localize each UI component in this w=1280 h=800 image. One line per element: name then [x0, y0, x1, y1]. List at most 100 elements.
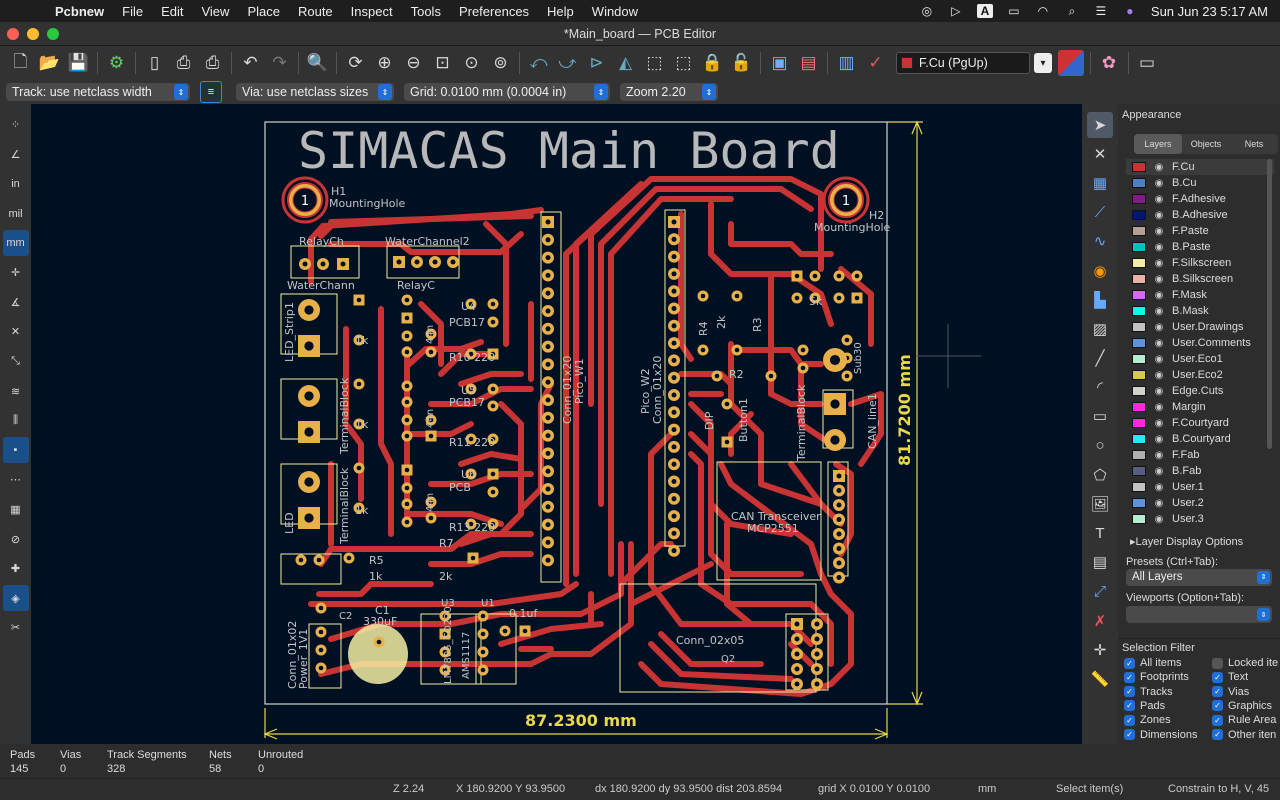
filter-pads[interactable]: ✓ Pads [1124, 700, 1165, 712]
high-contrast-icon[interactable]: ▦ [3, 497, 29, 523]
layer-color-swatch[interactable] [1132, 370, 1146, 380]
print-icon[interactable]: ⎙ [171, 50, 197, 76]
menu-preferences[interactable]: Preferences [450, 4, 538, 19]
layer-row[interactable]: ◉ Edge.Cuts [1126, 383, 1274, 399]
eye-icon[interactable]: ◉ [1150, 386, 1168, 397]
layer-color-swatch[interactable] [1132, 498, 1146, 508]
layer-color-swatch[interactable] [1132, 450, 1146, 460]
layer-color-swatch[interactable] [1132, 290, 1146, 300]
zone-fill-icon[interactable]: ≋ [3, 378, 29, 404]
track-width-select[interactable]: Track: use netclass width ⇕ [6, 83, 190, 101]
layer-row[interactable]: ◉ F.Adhesive [1126, 191, 1274, 207]
mirror-v-icon[interactable]: ◭ [613, 50, 639, 76]
checkbox-icon[interactable]: ✓ [1212, 671, 1223, 683]
layer-row[interactable]: ◉ User.Eco1 [1126, 351, 1274, 367]
menu-file[interactable]: File [113, 4, 152, 19]
add-image-icon[interactable]: 🖼 [1087, 491, 1113, 517]
viewports-select[interactable]: ⇕ [1126, 606, 1272, 623]
zoom-selection-icon[interactable]: ⊚ [488, 50, 514, 76]
lock-icon[interactable]: 🔒 [700, 50, 726, 76]
filter-locked-ite[interactable]: Locked ite [1212, 657, 1278, 669]
layer-list-scrollbar[interactable] [1267, 159, 1272, 449]
pad-outline-icon[interactable]: ⫼ [3, 408, 29, 434]
layer-color-swatch[interactable] [1132, 178, 1146, 188]
layer-row[interactable]: ◉ F.Paste [1126, 223, 1274, 239]
eye-icon[interactable]: ◉ [1150, 242, 1168, 253]
undo-icon[interactable]: ↶ [238, 50, 264, 76]
menu-tools[interactable]: Tools [402, 4, 450, 19]
layer-pair-icon[interactable] [1058, 50, 1084, 76]
group-icon[interactable]: ⬚ [642, 50, 668, 76]
delete-tool-icon[interactable]: ✗ [1087, 608, 1113, 634]
layer-row[interactable]: ◉ B.Adhesive [1126, 207, 1274, 223]
eye-icon[interactable]: ◉ [1150, 258, 1168, 269]
add-zone-icon[interactable]: ▙ [1087, 287, 1113, 313]
eye-icon[interactable]: ◉ [1150, 274, 1168, 285]
checkbox-icon[interactable]: ✓ [1124, 714, 1135, 726]
draw-circle-icon[interactable]: ○ [1087, 433, 1113, 459]
add-text-icon[interactable]: T [1087, 520, 1113, 546]
layer-row[interactable]: ◉ Margin [1126, 399, 1274, 415]
layer-color-swatch[interactable] [1132, 306, 1146, 316]
layer-dropdown-icon[interactable]: ▾ [1034, 53, 1052, 73]
polar-coords-icon[interactable]: ∠ [3, 141, 29, 167]
checkbox-icon[interactable] [1212, 657, 1223, 669]
units-mil-button[interactable]: mil [3, 201, 29, 227]
plot-icon[interactable]: ⎙ [200, 50, 226, 76]
filter-vias[interactable]: ✓ Vias [1212, 686, 1249, 698]
tab-objects[interactable]: Objects [1182, 134, 1230, 154]
layer-row[interactable]: ◉ User.1 [1126, 479, 1274, 495]
measure-icon[interactable]: 📏 [1087, 666, 1113, 692]
eye-icon[interactable]: ◉ [1150, 354, 1168, 365]
units-inch-button[interactable]: in [3, 171, 29, 197]
play-icon[interactable]: ▷ [948, 4, 964, 18]
track-outline-icon[interactable]: ⋯ [3, 467, 29, 493]
eye-icon[interactable]: ◉ [1150, 514, 1168, 525]
checkbox-icon[interactable]: ✓ [1124, 657, 1135, 669]
menu-app[interactable]: Pcbnew [46, 4, 113, 19]
filter-dimensions[interactable]: ✓ Dimensions [1124, 729, 1197, 741]
scripting-icon[interactable]: ✿ [1096, 50, 1122, 76]
redo-icon[interactable]: ↷ [267, 50, 293, 76]
tune-length-icon[interactable]: ∿ [1087, 228, 1113, 254]
layer-row[interactable]: ◉ B.Cu [1126, 175, 1274, 191]
filter-graphics[interactable]: ✓ Graphics [1212, 700, 1272, 712]
eye-icon[interactable]: ◉ [1150, 226, 1168, 237]
unlock-icon[interactable]: 🔓 [729, 50, 755, 76]
layer-row[interactable]: ◉ F.Mask [1126, 287, 1274, 303]
menu-route[interactable]: Route [289, 4, 342, 19]
add-via-icon[interactable]: ◉ [1087, 258, 1113, 284]
refresh-icon[interactable]: ⟳ [343, 50, 369, 76]
netlist-icon[interactable]: ▥ [834, 50, 860, 76]
siri-icon[interactable]: ● [1122, 4, 1138, 18]
set-origin-icon[interactable]: ✛ [1087, 637, 1113, 663]
ungroup-icon[interactable]: ⬚ [671, 50, 697, 76]
layer-color-swatch[interactable] [1132, 242, 1146, 252]
layer-color-swatch[interactable] [1132, 482, 1146, 492]
rotate-ccw-icon[interactable]: ⤺ [526, 50, 552, 76]
console-icon[interactable]: ▭ [1134, 50, 1160, 76]
select-tool-icon[interactable]: ➤ [1087, 111, 1113, 138]
filter-zones[interactable]: ✓ Zones [1124, 714, 1171, 726]
mirror-h-icon[interactable]: ⊳ [584, 50, 610, 76]
route-track-icon[interactable]: ⟋ [1087, 199, 1113, 225]
menu-window[interactable]: Window [583, 4, 647, 19]
eye-icon[interactable]: ◉ [1150, 370, 1168, 381]
grid-select[interactable]: Grid: 0.0100 mm (0.0004 in) ⇕ [404, 83, 610, 101]
layer-row[interactable]: ◉ B.Mask [1126, 303, 1274, 319]
eye-icon[interactable]: ◉ [1150, 482, 1168, 493]
ratsnest-layer-icon[interactable]: ✚ [3, 556, 29, 582]
properties-icon[interactable]: ✂ [3, 615, 29, 641]
eye-icon[interactable]: ◉ [1150, 418, 1168, 429]
update-pcb-icon[interactable]: ▣ [767, 50, 793, 76]
draw-arc-icon[interactable]: ◜ [1087, 374, 1113, 400]
filter-tracks[interactable]: ✓ Tracks [1124, 686, 1173, 698]
layer-color-swatch[interactable] [1132, 274, 1146, 284]
add-rule-area-icon[interactable]: ▨ [1087, 316, 1113, 342]
board-setup-icon[interactable]: ⚙ [104, 50, 130, 76]
eye-icon[interactable]: ◉ [1150, 178, 1168, 189]
layer-color-swatch[interactable] [1132, 354, 1146, 364]
layer-row[interactable]: ◉ F.Silkscreen [1126, 255, 1274, 271]
units-mm-button[interactable]: mm [2, 230, 29, 257]
layer-row[interactable]: ◉ F.Fab [1126, 447, 1274, 463]
